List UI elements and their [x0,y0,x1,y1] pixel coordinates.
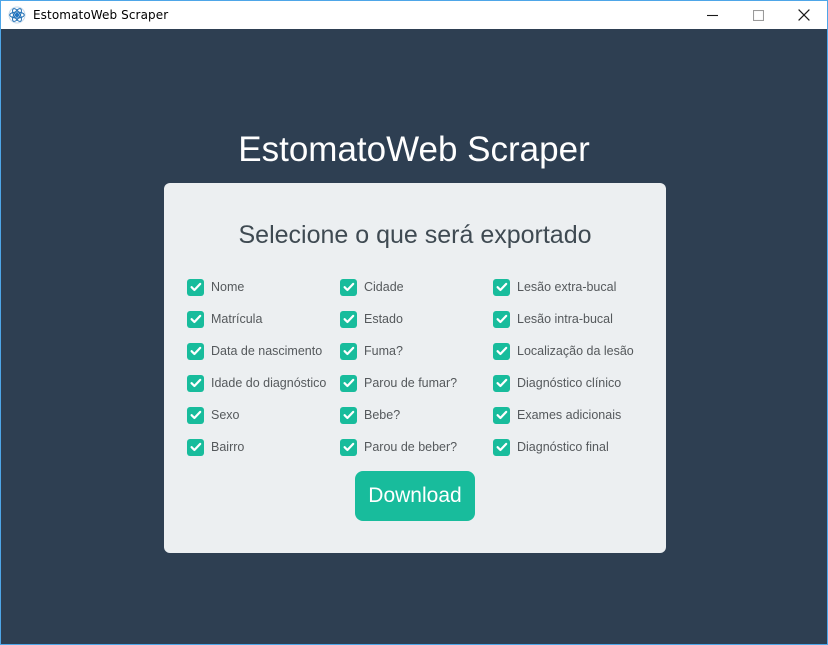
checkbox-row[interactable]: Bebe? [340,399,493,431]
app-atom-icon [8,6,26,24]
checkbox-label: Parou de fumar? [364,375,458,390]
export-options-column-1: Nome Matrícula Data de nascimento Idade … [187,271,340,463]
checkmark-icon[interactable] [340,342,357,360]
checkmark-icon[interactable] [187,438,204,456]
checkbox-label: Matrícula [211,311,263,326]
page-title: EstomatoWeb Scraper [238,130,590,169]
checkbox-label: Data de nascimento [211,343,323,358]
window-controls [689,1,827,30]
checkbox-row[interactable]: Parou de fumar? [340,367,493,399]
application-window: EstomatoWeb Scraper EstomatoWeb Scraper … [0,0,828,645]
checkmark-icon[interactable] [340,278,357,296]
selection-card: Selecione o que será exportado Nome Matr… [164,183,666,553]
checkbox-row[interactable]: Matrícula [187,303,340,335]
checkbox-row[interactable]: Nome [187,271,340,303]
checkbox-row[interactable]: Parou de beber? [340,431,493,463]
checkmark-icon[interactable] [493,278,510,296]
maximize-button[interactable] [735,1,781,30]
checkbox-row[interactable]: Localização da lesão [493,335,647,367]
checkmark-icon[interactable] [493,374,510,392]
export-options-column-3: Lesão extra-bucal Lesão intra-bucal Loca… [493,271,647,463]
checkbox-label: Bairro [211,439,245,454]
close-button[interactable] [781,1,827,30]
checkbox-row[interactable]: Exames adicionais [493,399,647,431]
checkmark-icon[interactable] [493,406,510,424]
checkmark-icon[interactable] [340,310,357,328]
checkbox-label: Idade do diagnóstico [211,375,327,390]
checkmark-icon[interactable] [187,406,204,424]
checkbox-label: Cidade [364,279,404,294]
checkbox-row[interactable]: Diagnóstico final [493,431,647,463]
checkbox-label: Localização da lesão [517,343,634,358]
export-options-column-2: Cidade Estado Fuma? Parou de fumar? Bebe… [340,271,493,463]
minimize-button[interactable] [689,1,735,30]
title-bar: EstomatoWeb Scraper [1,0,827,29]
checkbox-label: Fuma? [364,343,403,358]
checkmark-icon[interactable] [493,310,510,328]
checkbox-row[interactable]: Data de nascimento [187,335,340,367]
checkmark-icon[interactable] [187,310,204,328]
close-icon [798,9,810,21]
checkbox-label: Exames adicionais [517,407,622,422]
checkbox-label: Nome [211,279,245,294]
checkbox-label: Lesão extra-bucal [517,279,617,294]
checkmark-icon[interactable] [340,374,357,392]
window-title: EstomatoWeb Scraper [33,8,169,22]
checkbox-label: Diagnóstico clínico [517,375,622,390]
checkmark-icon[interactable] [187,342,204,360]
checkbox-row[interactable]: Estado [340,303,493,335]
checkmark-icon[interactable] [493,438,510,456]
checkbox-row[interactable]: Lesão extra-bucal [493,271,647,303]
checkbox-label: Estado [364,311,403,326]
checkbox-row[interactable]: Diagnóstico clínico [493,367,647,399]
checkbox-row[interactable]: Idade do diagnóstico [187,367,340,399]
checkmark-icon[interactable] [340,438,357,456]
checkbox-row[interactable]: Cidade [340,271,493,303]
export-options-grid: Nome Matrícula Data de nascimento Idade … [187,271,647,463]
minimize-icon [706,10,718,21]
main-content: EstomatoWeb Scraper Selecione o que será… [1,29,827,644]
download-button[interactable]: Download [355,471,475,521]
checkbox-label: Bebe? [364,407,401,422]
checkmark-icon[interactable] [493,342,510,360]
checkmark-icon[interactable] [187,278,204,296]
checkmark-icon[interactable] [340,406,357,424]
checkmark-icon[interactable] [187,374,204,392]
checkbox-label: Sexo [211,407,240,422]
checkbox-row[interactable]: Fuma? [340,335,493,367]
checkbox-row[interactable]: Sexo [187,399,340,431]
checkbox-row[interactable]: Bairro [187,431,340,463]
maximize-icon [752,9,764,21]
checkbox-label: Lesão intra-bucal [517,311,613,326]
checkbox-label: Diagnóstico final [517,439,609,454]
card-heading: Selecione o que será exportado [238,221,592,249]
checkbox-label: Parou de beber? [364,439,458,454]
checkbox-row[interactable]: Lesão intra-bucal [493,303,647,335]
